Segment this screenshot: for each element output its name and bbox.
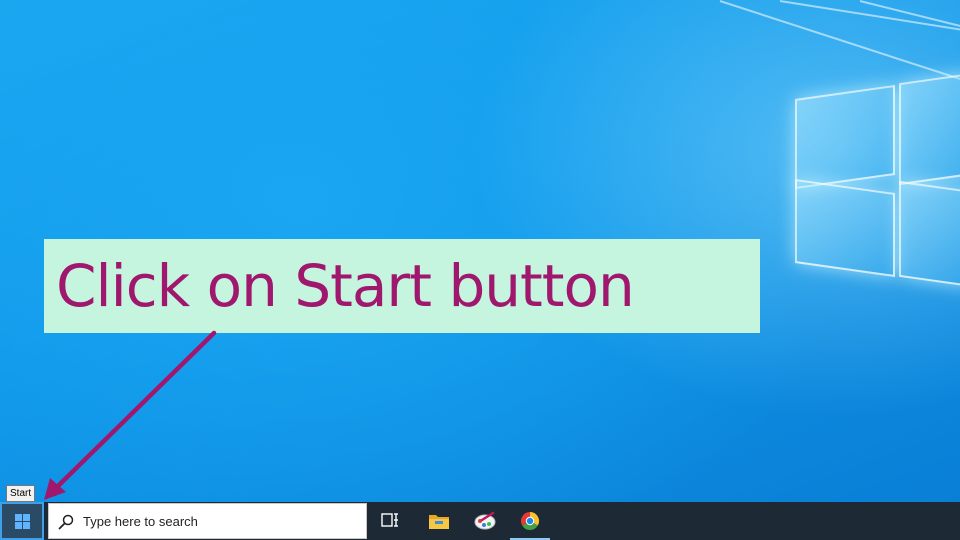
chrome-button[interactable]	[510, 502, 550, 540]
task-view-button[interactable]	[370, 502, 410, 540]
start-tooltip: Start	[6, 485, 36, 502]
search-icon	[58, 514, 74, 530]
paint-icon	[474, 511, 496, 530]
light-ray	[779, 0, 960, 43]
taskbar: Type here to search	[0, 502, 960, 540]
chrome-icon	[520, 512, 540, 531]
start-button[interactable]	[0, 502, 44, 540]
file-explorer-button[interactable]	[418, 502, 458, 540]
light-ray	[859, 0, 960, 36]
logo-pane	[899, 72, 960, 186]
logo-pane	[795, 178, 895, 278]
instruction-callout: Click on Start button	[44, 239, 760, 333]
paint-button[interactable]	[464, 502, 504, 540]
logo-pane	[795, 84, 895, 190]
search-box[interactable]: Type here to search	[48, 503, 367, 539]
windows-start-icon	[15, 514, 30, 529]
callout-text: Click on Start button	[56, 252, 635, 320]
windows-logo-wallpaper	[795, 68, 960, 288]
search-placeholder: Type here to search	[83, 514, 198, 529]
file-explorer-icon	[429, 515, 449, 529]
logo-pane	[899, 180, 960, 288]
task-view-icon	[381, 513, 398, 527]
